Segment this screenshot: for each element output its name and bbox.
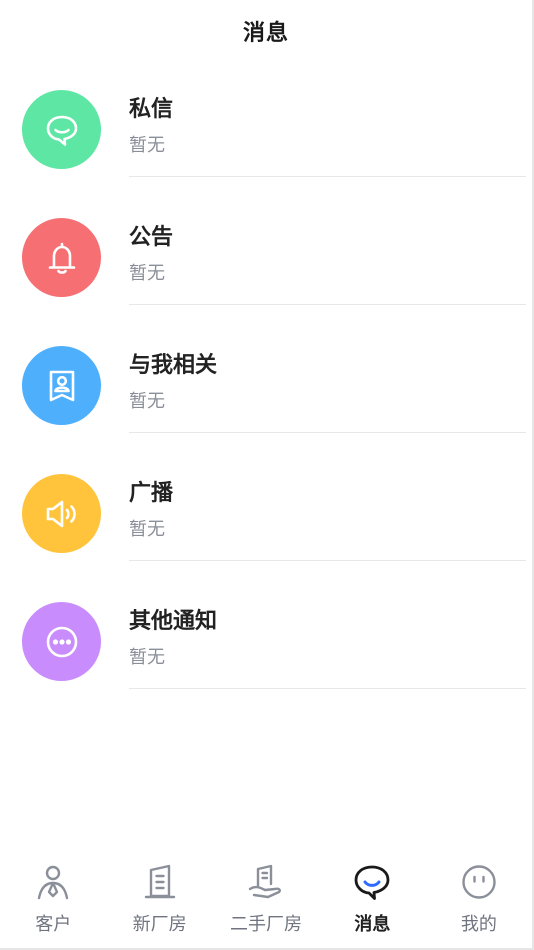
divider	[129, 560, 526, 561]
message-item-title: 公告	[129, 225, 174, 250]
new-factory-icon	[144, 864, 175, 899]
message-item-announcement[interactable]: 公告 暂无	[0, 195, 532, 323]
customer-icon	[38, 865, 69, 900]
message-item-subtitle: 暂无	[129, 647, 165, 668]
top-bar: 消息	[0, 0, 532, 62]
divider	[129, 688, 526, 689]
tab-customer[interactable]: 客户	[0, 850, 106, 948]
tab-label: 客户	[35, 914, 72, 935]
message-item-title: 其他通知	[129, 609, 218, 634]
profile-icon	[462, 865, 496, 899]
divider	[129, 432, 526, 433]
tab-label: 消息	[354, 914, 391, 935]
used-factory-icon	[248, 864, 281, 899]
more-dots-icon	[22, 602, 101, 681]
divider	[129, 304, 526, 305]
tab-new-factory[interactable]: 新厂房	[106, 850, 212, 948]
page-title: 消息	[242, 21, 289, 46]
contact-card-icon	[22, 346, 101, 425]
divider	[129, 176, 526, 177]
tab-label: 我的	[460, 914, 497, 935]
message-item-title: 广播	[129, 481, 174, 506]
message-item-related[interactable]: 与我相关 暂无	[0, 323, 532, 451]
message-list: 私信 暂无 公告 暂无 与我相关 暂无 广播 暂无 其他通知 暂无	[0, 67, 532, 707]
message-item-subtitle: 暂无	[129, 135, 165, 156]
tab-used-factory[interactable]: 二手厂房	[213, 850, 319, 948]
message-item-private[interactable]: 私信 暂无	[0, 67, 532, 195]
tab-label: 二手厂房	[230, 914, 303, 935]
message-item-broadcast[interactable]: 广播 暂无	[0, 451, 532, 579]
message-item-title: 私信	[129, 97, 174, 122]
message-item-subtitle: 暂无	[129, 391, 165, 412]
message-item-other[interactable]: 其他通知 暂无	[0, 579, 532, 707]
message-icon	[355, 865, 390, 900]
chat-bubble-icon	[22, 90, 101, 169]
message-item-subtitle: 暂无	[129, 519, 165, 540]
bell-icon	[22, 218, 101, 297]
tab-messages[interactable]: 消息	[319, 850, 425, 948]
tab-profile[interactable]: 我的	[426, 850, 532, 948]
tab-label: 新厂房	[132, 914, 187, 935]
message-item-subtitle: 暂无	[129, 263, 165, 284]
bottom-tab-bar: 客户 新厂房 二手厂房 消息 我的	[0, 850, 532, 948]
message-item-title: 与我相关	[129, 353, 218, 378]
speaker-icon	[22, 474, 101, 553]
